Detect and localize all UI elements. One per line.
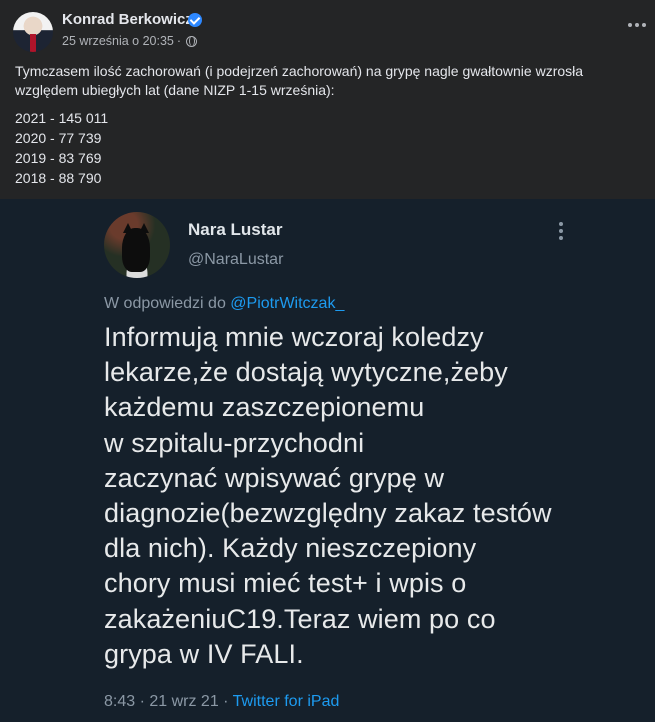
tweet-footer: 8:43 · 21 wrz 21 · Twitter for iPad xyxy=(104,693,339,711)
tweet-line: Informują mnie wczoraj koledzy xyxy=(104,322,484,352)
author-avatar[interactable] xyxy=(13,12,53,52)
tweet-line: chory musi mieć test+ i wpis o xyxy=(104,568,467,599)
tweet-line: zaczynać wpisywać grypę w xyxy=(104,462,445,493)
tweet-line: dla nich). Każdy nieszczepiony xyxy=(104,533,477,564)
stat-line: 2021 - 145 011 xyxy=(15,110,109,126)
tweet-reply-context: W odpowiedzi do @PiotrWitczak_ xyxy=(104,295,344,313)
stats-list: 2021 - 145 011 2020 - 77 739 2019 - 83 7… xyxy=(15,108,645,188)
tweet-body: Informują mnie wczoraj koledzy lekarze,ż… xyxy=(104,320,604,672)
reply-prefix: W odpowiedzi do xyxy=(104,295,231,312)
tweet-line: w szpitalu-przychodni xyxy=(104,427,365,458)
reply-to-link: @PiotrWitczak_ xyxy=(230,295,345,312)
tweet-author-name: Nara Lustar xyxy=(188,220,283,239)
stat-line: 2018 - 88 790 xyxy=(15,170,102,186)
post-text: Tymczasem ilość zachorowań (i podejrzeń … xyxy=(15,62,645,188)
verified-badge-icon xyxy=(188,13,202,27)
post-intro: Tymczasem ilość zachorowań (i podejrzeń … xyxy=(15,63,584,98)
author-name[interactable]: Konrad Berkowicz xyxy=(62,11,193,28)
tweet-screenshot[interactable]: Nara Lustar @NaraLustar W odpowiedzi do … xyxy=(0,199,655,722)
tweet-avatar xyxy=(104,212,170,278)
tweet-source: Twitter for iPad xyxy=(232,693,340,710)
post-header: Konrad Berkowicz 25 września o 20:35 · xyxy=(0,0,655,60)
tweet-line: każdemu zaszczepionemu xyxy=(104,392,425,423)
globe-icon[interactable] xyxy=(186,35,198,47)
tweet-line: lekarze,że dostają wytyczne,żeby xyxy=(104,357,508,388)
stat-line: 2019 - 83 769 xyxy=(15,150,102,166)
more-options-icon[interactable] xyxy=(628,18,650,32)
tweet-author-handle: @NaraLustar xyxy=(188,251,284,268)
stat-line: 2020 - 77 739 xyxy=(15,130,102,146)
meta-separator: · xyxy=(176,34,182,48)
tweet-line: zakażeniuC19.Teraz wiem po co xyxy=(104,603,496,634)
post-timestamp[interactable]: 25 września o 20:35 xyxy=(62,34,174,48)
tweet-time: 8:43 · 21 wrz 21 · xyxy=(104,693,233,710)
tweet-line: diagnozie(bezwzględny zakaz testów xyxy=(104,498,552,529)
tweet-more-icon xyxy=(559,222,565,240)
post-meta: 25 września o 20:35 · xyxy=(62,34,198,48)
tweet-line: grypa w IV FALI. xyxy=(104,638,304,669)
